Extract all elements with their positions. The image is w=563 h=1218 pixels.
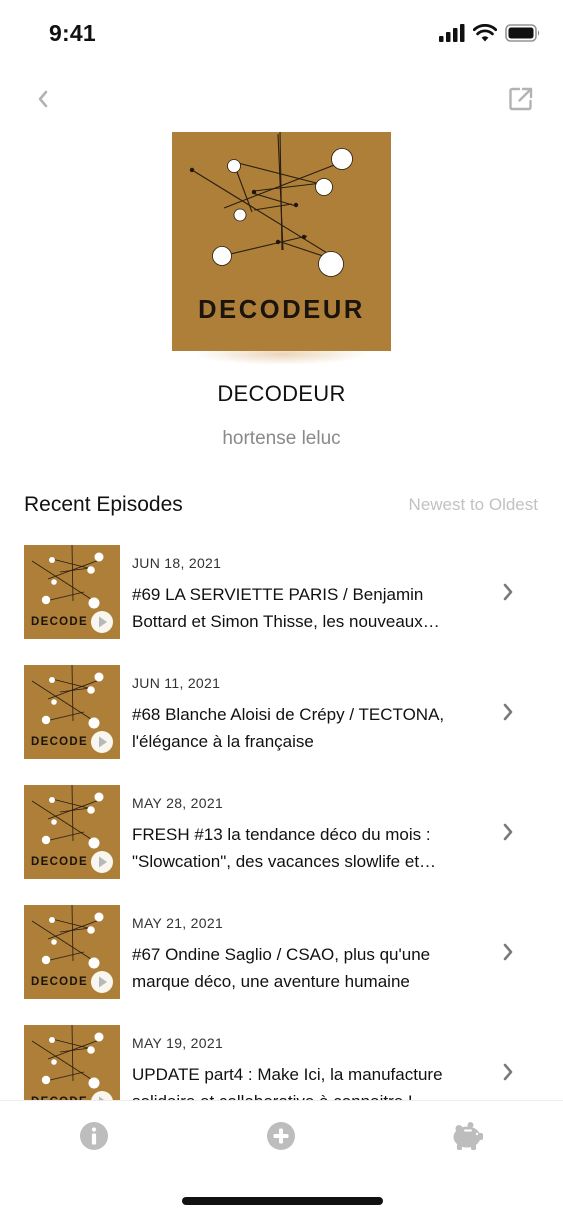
episode-row[interactable]: DECODE JUN 11, 2021 #68 Blanche Aloisi de… [0, 665, 563, 761]
battery-icon [505, 24, 540, 42]
episode-list: DECODE JUN 18, 2021 #69 LA SERVIETTE PARI… [0, 545, 563, 1100]
cellular-signal-icon [439, 24, 465, 42]
thumbnail-wordmark: DECODE [31, 976, 88, 988]
chevron-right-icon [503, 943, 513, 961]
podcast-cover: DECODEUR [172, 132, 391, 365]
wifi-icon [473, 24, 497, 42]
episode-title: #67 Ondine Saglio / CSAO, plus qu'une ma… [132, 945, 431, 991]
episode-title: UPDATE part4 : Make Ici, la manufacture … [132, 1065, 443, 1100]
episode-date: MAY 19, 2021 [132, 1035, 224, 1051]
recent-episodes-heading: Recent Episodes [24, 493, 183, 516]
episode-thumbnail: DECODE [24, 665, 120, 759]
tab-info[interactable] [77, 1119, 111, 1153]
episode-thumbnail: DECODE [24, 905, 120, 999]
play-icon[interactable] [91, 611, 113, 633]
home-indicator [182, 1197, 383, 1205]
podcast-title: DECODEUR [217, 381, 346, 406]
episode-row[interactable]: DECODE MAY 28, 2021 FRESH #13 la tendance… [0, 785, 563, 881]
chevron-right-icon [503, 1063, 513, 1081]
thumbnail-wordmark: DECODE [31, 736, 88, 748]
podcast-cover-art: DECODEUR [172, 132, 391, 351]
cover-wordmark: DECODEUR [198, 296, 365, 324]
sort-order-button[interactable]: Newest to Oldest [409, 495, 538, 515]
play-icon[interactable] [91, 971, 113, 993]
tab-support[interactable] [451, 1119, 485, 1153]
episode-row[interactable]: DECODE MAY 21, 2021 #67 Ondine Saglio / C… [0, 905, 563, 1001]
thumbnail-wordmark: DECODE [31, 856, 88, 868]
chevron-left-icon [38, 90, 48, 108]
episode-date: JUN 18, 2021 [132, 555, 222, 571]
thumbnail-wordmark: DECODE [31, 616, 88, 628]
status-bar: 9:41 [0, 0, 563, 66]
episode-thumbnail: DECODE [24, 545, 120, 639]
plus-circle-icon [267, 1122, 295, 1150]
episode-title: #69 LA SERVIETTE PARIS / Benjamin Bottar… [132, 585, 424, 631]
piggy-bank-icon [453, 1122, 483, 1150]
podcast-author[interactable]: hortense leluc [0, 428, 563, 450]
play-icon[interactable] [91, 851, 113, 873]
chevron-right-icon [503, 583, 513, 601]
share-external-icon [509, 87, 533, 111]
tab-add[interactable] [264, 1119, 298, 1153]
episode-title: #68 Blanche Aloisi de Crépy / TECTONA, l… [132, 705, 445, 751]
info-icon [80, 1122, 108, 1150]
episode-date: MAY 21, 2021 [132, 915, 224, 931]
chevron-right-icon [503, 823, 513, 841]
episode-date: MAY 28, 2021 [132, 795, 224, 811]
podcast-screen: 9:41 DECODEUR DECODEUR hortense leluc Re… [0, 0, 563, 1218]
episode-thumbnail: DECODE [24, 1025, 120, 1100]
back-button[interactable] [30, 86, 56, 112]
share-button[interactable] [507, 85, 535, 113]
episode-title: FRESH #13 la tendance déco du mois : "Sl… [132, 825, 431, 871]
play-icon[interactable] [91, 731, 113, 753]
status-time: 9:41 [49, 20, 96, 46]
episode-thumbnail: DECODE [24, 785, 120, 879]
episode-date: JUN 11, 2021 [132, 675, 221, 691]
episode-row[interactable]: DECODE JUN 18, 2021 #69 LA SERVIETTE PARI… [0, 545, 563, 641]
episode-row[interactable]: DECODE MAY 19, 2021 UPDATE part4 : Make I… [0, 1025, 563, 1100]
status-icons [439, 24, 541, 42]
chevron-right-icon [503, 703, 513, 721]
